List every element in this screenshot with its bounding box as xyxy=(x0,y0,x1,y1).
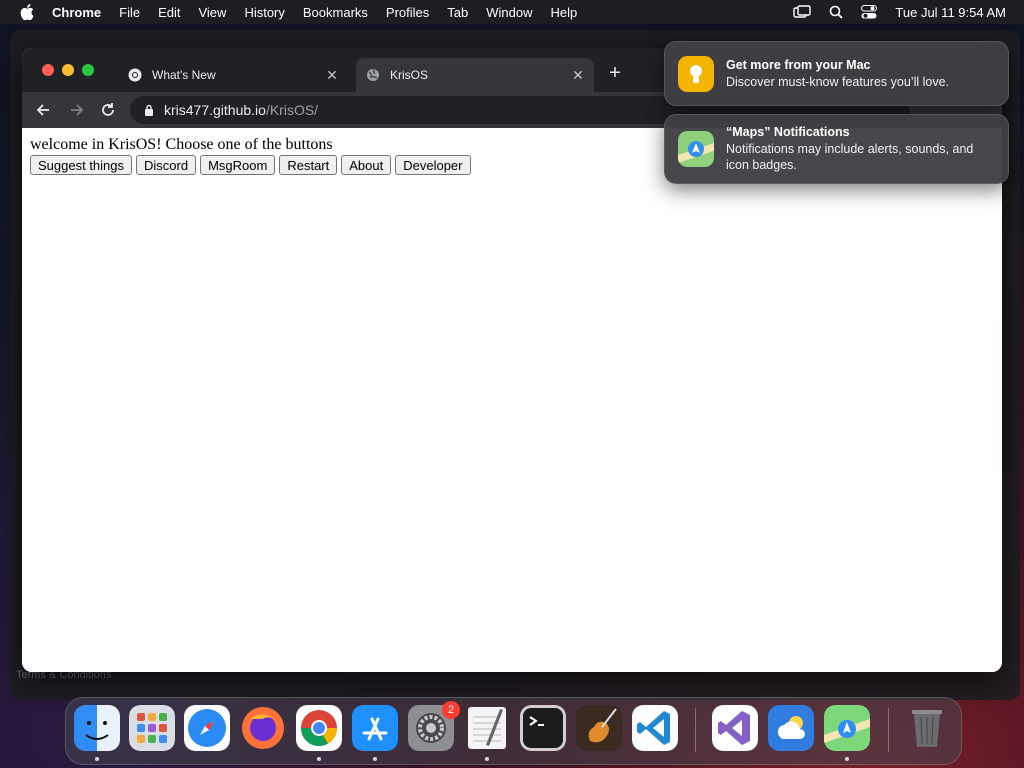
screen-mirroring-icon[interactable] xyxy=(793,5,812,19)
menu-tab[interactable]: Tab xyxy=(447,5,468,20)
about-button[interactable]: About xyxy=(341,155,392,175)
running-indicator xyxy=(317,757,321,761)
close-window-button[interactable] xyxy=(42,64,54,76)
apple-menu-icon[interactable] xyxy=(20,4,34,20)
notification-title: “Maps” Notifications xyxy=(726,125,850,139)
control-center-icon[interactable] xyxy=(861,5,878,19)
maps-icon xyxy=(678,131,714,167)
lock-icon[interactable] xyxy=(144,104,154,116)
button-row: Suggest things Discord MsgRoom Restart A… xyxy=(30,155,471,175)
notification-tips[interactable]: Get more from your Mac Discover must-kno… xyxy=(664,41,1009,106)
trash-icon[interactable] xyxy=(904,705,950,751)
running-indicator xyxy=(373,757,377,761)
notification-maps[interactable]: “Maps” Notifications Notifications may i… xyxy=(664,114,1009,184)
weather-icon[interactable] xyxy=(768,705,814,751)
terminal-icon[interactable] xyxy=(520,705,566,751)
menu-profiles[interactable]: Profiles xyxy=(386,5,429,20)
menu-history[interactable]: History xyxy=(244,5,284,20)
tab-title: KrisOS xyxy=(390,68,429,82)
tab-krisos[interactable]: KrisOS ✕ xyxy=(356,58,594,92)
running-indicator xyxy=(95,757,99,761)
dock: 2 xyxy=(65,697,962,765)
reload-icon[interactable] xyxy=(98,100,118,120)
notification-body: Notifications may include alerts, sounds… xyxy=(726,142,974,172)
chrome-icon[interactable] xyxy=(296,705,342,751)
page-content: welcome in KrisOS! Choose one of the but… xyxy=(22,128,1002,672)
menu-view[interactable]: View xyxy=(198,5,226,20)
menu-bookmarks[interactable]: Bookmarks xyxy=(303,5,368,20)
new-tab-button[interactable]: + xyxy=(604,62,626,84)
garageband-icon[interactable] xyxy=(576,705,622,751)
launchpad-icon[interactable] xyxy=(129,705,175,751)
forward-arrow-icon[interactable] xyxy=(66,100,86,120)
firefox-icon[interactable] xyxy=(240,705,286,751)
maps-icon[interactable] xyxy=(824,705,870,751)
suggest-things-button[interactable]: Suggest things xyxy=(30,155,133,175)
close-tab-icon[interactable]: ✕ xyxy=(570,67,586,83)
zoom-window-button[interactable] xyxy=(82,64,94,76)
chrome-icon xyxy=(128,68,142,82)
notification-title: Get more from your Mac xyxy=(726,58,871,72)
restart-button[interactable]: Restart xyxy=(279,155,338,175)
menu-help[interactable]: Help xyxy=(551,5,578,20)
vscode-icon[interactable] xyxy=(632,705,678,751)
menu-file[interactable]: File xyxy=(119,5,140,20)
running-indicator xyxy=(485,757,489,761)
textedit-icon[interactable] xyxy=(464,705,510,751)
menu-edit[interactable]: Edit xyxy=(158,5,180,20)
dock-separator xyxy=(888,708,889,752)
safari-icon[interactable] xyxy=(184,705,230,751)
menu-app-name[interactable]: Chrome xyxy=(52,5,101,20)
msgroom-button[interactable]: MsgRoom xyxy=(200,155,276,175)
back-arrow-icon[interactable] xyxy=(34,100,54,120)
spotlight-search-icon[interactable] xyxy=(829,5,844,19)
menu-bar: Chrome File Edit View History Bookmarks … xyxy=(0,0,1024,24)
tab-title: What's New xyxy=(152,68,216,82)
visual-studio-icon[interactable] xyxy=(712,705,758,751)
status-area: Tue Jul 11 9:54 AM xyxy=(793,0,1006,24)
running-indicator xyxy=(845,757,849,761)
close-tab-icon[interactable]: ✕ xyxy=(324,67,340,83)
discord-button[interactable]: Discord xyxy=(136,155,197,175)
system-settings-button[interactable]: 2 xyxy=(408,701,460,751)
menu-window[interactable]: Window xyxy=(486,5,532,20)
globe-icon xyxy=(367,69,379,81)
minimize-window-button[interactable] xyxy=(62,64,74,76)
tab-whats-new[interactable]: What's New ✕ xyxy=(118,58,348,92)
app-store-icon[interactable] xyxy=(352,705,398,751)
url-host: kris477.github.io xyxy=(164,102,266,118)
welcome-text: welcome in KrisOS! Choose one of the but… xyxy=(30,136,333,153)
tips-icon xyxy=(678,56,714,92)
menu-clock[interactable]: Tue Jul 11 9:54 AM xyxy=(895,5,1006,20)
url-path: /KrisOS/ xyxy=(265,102,319,118)
notification-body: Discover must-know features you’ll love. xyxy=(726,75,949,89)
dock-separator xyxy=(695,708,696,752)
developer-button[interactable]: Developer xyxy=(395,155,471,175)
finder-icon[interactable] xyxy=(74,705,120,751)
notification-badge: 2 xyxy=(442,701,460,719)
